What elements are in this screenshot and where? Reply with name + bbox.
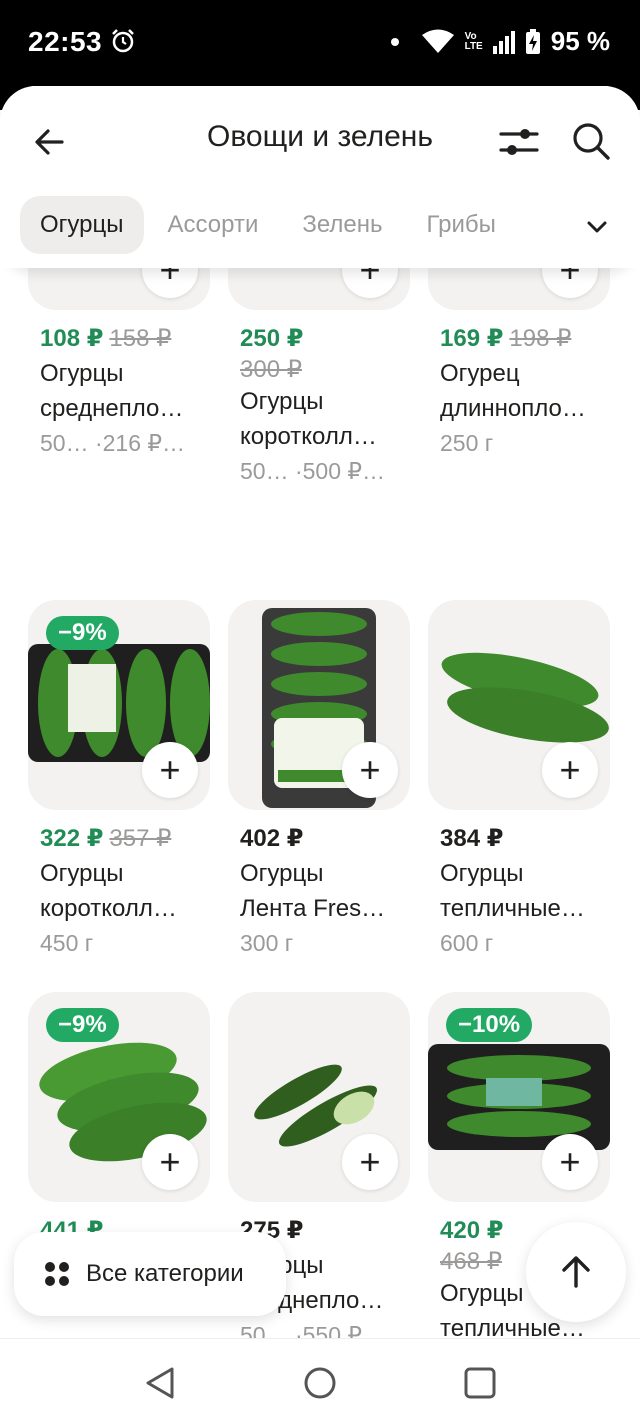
filter-sliders-icon[interactable] bbox=[498, 122, 540, 162]
all-categories-button[interactable]: Все категории bbox=[14, 1232, 286, 1316]
plus-icon: + bbox=[359, 1141, 381, 1182]
product-card[interactable]: +402 ₽ Огурцы Лента Fres… 300 г bbox=[228, 600, 410, 960]
price: 169 ₽ bbox=[440, 325, 504, 352]
plus-icon: + bbox=[159, 1141, 181, 1182]
old-price: 300 ₽ bbox=[240, 356, 302, 383]
product-weight: 600 г bbox=[440, 930, 494, 956]
product-name: Огурцысреднепло… bbox=[40, 360, 184, 422]
product-image[interactable]: + bbox=[428, 600, 610, 810]
notification-dot-icon bbox=[390, 37, 399, 46]
chip-assorted[interactable]: Ассорти bbox=[148, 196, 279, 254]
status-time: 22:53 bbox=[28, 26, 103, 57]
header: Овощи и зелень Огурцы Ассорти Зелень Гри… bbox=[0, 86, 640, 268]
chevron-down-icon[interactable] bbox=[574, 204, 620, 250]
battery-percent: 95 % bbox=[550, 26, 610, 56]
price-row: 250 ₽ 300 ₽ bbox=[228, 322, 410, 384]
product-name: Огурцы тепличные… bbox=[440, 860, 585, 922]
add-to-cart-button[interactable]: + bbox=[542, 1134, 598, 1190]
categories-grid-icon bbox=[45, 1262, 69, 1286]
old-price: 198 ₽ bbox=[509, 325, 572, 352]
nav-home-icon[interactable] bbox=[300, 1363, 340, 1403]
old-price: 357 ₽ bbox=[109, 825, 172, 852]
all-categories-label: Все категории bbox=[86, 1260, 244, 1287]
plus-icon: + bbox=[159, 749, 181, 790]
price-row: 322 ₽357 ₽ bbox=[28, 822, 210, 856]
category-chips: Огурцы Ассорти Зелень Грибы bbox=[20, 196, 520, 254]
product-image[interactable]: + bbox=[228, 600, 410, 810]
price-row: 169 ₽198 ₽ bbox=[428, 322, 610, 356]
volte-label: Vo LTE bbox=[464, 30, 483, 52]
status-icons: Vo LTE 95 % bbox=[390, 26, 610, 57]
page-title: Овощи и зелень bbox=[207, 120, 433, 153]
plus-icon: + bbox=[559, 749, 581, 790]
plus-icon: + bbox=[559, 1141, 581, 1182]
price-row: 384 ₽ bbox=[428, 822, 610, 856]
product-image[interactable]: −10% + bbox=[428, 992, 610, 1202]
product-weight: 250 г bbox=[440, 430, 494, 456]
signal-icon bbox=[492, 30, 515, 54]
system-navbar bbox=[0, 1338, 640, 1423]
chip-mushrooms[interactable]: Грибы bbox=[407, 196, 516, 254]
plus-icon: + bbox=[359, 749, 381, 790]
price: 108 ₽ bbox=[40, 325, 104, 352]
price-row: 402 ₽ bbox=[228, 822, 410, 856]
product-weight: 50… ·216 ₽… bbox=[40, 430, 186, 456]
alarm-icon bbox=[112, 29, 134, 53]
screen: 22:53 Vo LTE 95 % + 108 ₽ 158 ₽ Огурцы с… bbox=[0, 0, 640, 1423]
product-weight: 300 г bbox=[240, 930, 294, 956]
discount-badge: −9% bbox=[46, 1008, 119, 1042]
product-name: Огурцы Лента Fres… bbox=[240, 860, 386, 922]
discount-badge: −9% bbox=[46, 616, 119, 650]
product-weight: 450 г bbox=[40, 930, 94, 956]
wifi-icon bbox=[421, 29, 454, 53]
price-row: 108 ₽158 ₽ bbox=[28, 322, 210, 356]
product-image[interactable]: −9% + bbox=[28, 600, 210, 810]
product-weight: 50… ·500 ₽… bbox=[240, 458, 386, 484]
chip-greens[interactable]: Зелень bbox=[282, 196, 402, 254]
discount-badge: −10% bbox=[446, 1008, 533, 1042]
product-card[interactable]: −9% +322 ₽357 ₽ Огурцы коротколл… 450 г bbox=[28, 600, 210, 960]
price: 402 ₽ bbox=[240, 825, 304, 852]
product-image[interactable]: −9% + bbox=[28, 992, 210, 1202]
add-to-cart-button[interactable]: + bbox=[142, 742, 198, 798]
price: 250 ₽ bbox=[240, 325, 304, 352]
add-to-cart-button[interactable]: + bbox=[342, 1134, 398, 1190]
chip-cucumbers[interactable]: Огурцы bbox=[20, 196, 144, 254]
battery-charging-icon bbox=[525, 28, 540, 54]
product-name: Огурцыкоротколл… bbox=[40, 860, 177, 922]
arrow-up-icon bbox=[562, 1256, 590, 1288]
add-to-cart-button[interactable]: + bbox=[542, 742, 598, 798]
add-to-cart-button[interactable]: + bbox=[342, 742, 398, 798]
price: 420 ₽ bbox=[440, 1217, 504, 1244]
search-icon[interactable] bbox=[570, 120, 612, 162]
product-name: Огурец длиннопло… bbox=[440, 360, 586, 422]
nav-recents-icon[interactable] bbox=[460, 1363, 500, 1403]
scroll-up-button[interactable] bbox=[526, 1222, 626, 1322]
old-price: 158 ₽ bbox=[109, 325, 172, 352]
add-to-cart-button[interactable]: + bbox=[142, 1134, 198, 1190]
product-card[interactable]: +384 ₽ Огурцы тепличные… 600 г bbox=[428, 600, 610, 960]
price: 384 ₽ bbox=[440, 825, 504, 852]
product-name: Огурцыкоротколл… bbox=[240, 388, 377, 450]
product-image[interactable]: + bbox=[228, 992, 410, 1202]
price: 322 ₽ bbox=[40, 825, 104, 852]
nav-back-icon[interactable] bbox=[140, 1363, 180, 1403]
